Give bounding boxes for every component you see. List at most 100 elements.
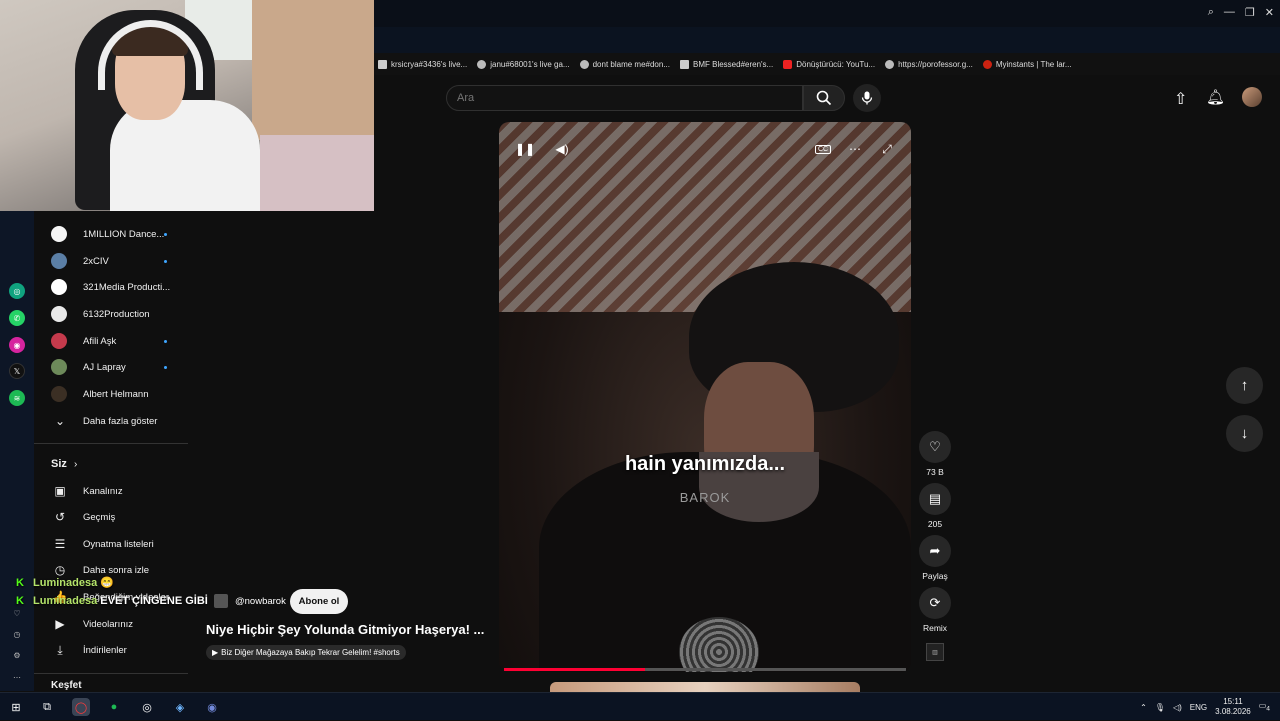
bookmark[interactable]: dont blame me#don... xyxy=(579,59,670,69)
show-more-button[interactable]: ⌄ Daha fazla göster xyxy=(34,408,194,434)
channel-avatar[interactable] xyxy=(214,594,228,608)
next-video-preview[interactable] xyxy=(550,682,860,692)
window-controls: ⌕ — ❐ ✕ xyxy=(1208,6,1274,19)
share-button[interactable]: ➦ xyxy=(919,535,951,567)
clock[interactable]: 15:11 3.08.2026 xyxy=(1215,697,1251,717)
subscription-item[interactable]: Afili Aşk xyxy=(34,328,194,354)
channel-avatar xyxy=(51,306,67,322)
play-icon: ▶ xyxy=(212,648,219,657)
search-icon[interactable]: ⌕ xyxy=(1208,6,1214,19)
more-options-button[interactable]: ⋯ xyxy=(841,135,869,163)
minimize-icon[interactable]: — xyxy=(1224,6,1235,19)
x-icon[interactable]: 𝕏 xyxy=(9,363,25,379)
upload-icon[interactable]: ⇧ xyxy=(1174,89,1187,109)
you-section-header[interactable]: Siz › xyxy=(34,451,194,477)
volume-button[interactable]: ◀) xyxy=(548,135,576,163)
browser-title-bar: ⌕ — ❐ ✕ xyxy=(374,0,1280,27)
search-input[interactable] xyxy=(447,86,802,110)
youtube-sidebar: 1MILLION Dance... 2xCIV 321Media Product… xyxy=(34,211,194,691)
instagram-icon[interactable]: ◉ xyxy=(9,337,25,353)
sidebar-item-channel[interactable]: ▣ Kanalınız xyxy=(34,478,194,504)
search-button[interactable] xyxy=(803,85,845,111)
comments-button[interactable]: ▤ xyxy=(919,483,951,515)
webcam-background-bed xyxy=(260,135,374,211)
myinstants-icon xyxy=(982,59,992,69)
history-icon: ↺ xyxy=(54,510,66,524)
subscription-item[interactable]: 321Media Producti... xyxy=(34,274,194,300)
page-icon xyxy=(378,59,387,69)
bookmark[interactable]: janu#68001's live ga... xyxy=(477,59,570,69)
more-icon: ⋯ xyxy=(849,142,861,156)
chrome-icon[interactable]: ◎ xyxy=(138,698,156,716)
chatgpt-icon[interactable]: ◎ xyxy=(9,283,25,299)
subscription-item[interactable]: 2xCIV xyxy=(34,248,194,274)
like-count: 73 B xyxy=(926,467,944,477)
history-icon[interactable]: ◷ xyxy=(9,626,25,642)
chat-message: K Luminadesa EVET ÇİNGENE GİBİ xyxy=(16,595,208,607)
remix-button[interactable]: ⟳ xyxy=(919,587,951,619)
channel-avatar xyxy=(51,226,67,242)
bookmark[interactable]: BMF Blessed#eren's... xyxy=(680,59,773,69)
shorts-video-player[interactable]: ❚❚ ◀) CC ⋯ ⤢ hain yanımızda... BAROK xyxy=(499,122,911,672)
microphone-icon[interactable]: 🎙︎ xyxy=(1155,703,1165,712)
sidebar-item-history[interactable]: ↺ Geçmiş xyxy=(34,504,194,530)
fullscreen-button[interactable]: ⤢ xyxy=(873,135,901,163)
subscription-item[interactable]: 6132Production xyxy=(34,301,194,327)
voice-search-button[interactable] xyxy=(853,84,881,112)
comment-icon: ▤ xyxy=(928,491,942,506)
bookmark[interactable]: Dönüştürücü: YouTu... xyxy=(783,59,875,69)
language-indicator[interactable]: ENG xyxy=(1190,703,1207,712)
pause-button[interactable]: ❚❚ xyxy=(511,135,539,163)
whatsapp-icon[interactable]: ✆ xyxy=(9,310,25,326)
subscription-item[interactable]: AJ Lapray xyxy=(34,354,194,380)
captions-button[interactable]: CC xyxy=(809,135,837,163)
audio-thumbnail[interactable]: ▥ xyxy=(926,643,944,661)
more-icon[interactable]: ⋯ xyxy=(9,669,25,685)
sidebar-item-playlists[interactable]: ☰ Oynatma listeleri xyxy=(34,531,194,557)
sidebar-divider xyxy=(34,443,188,444)
sidebar-item-downloads[interactable]: ⤓ İndirilenler xyxy=(34,637,194,663)
chevron-up-icon[interactable]: ⌃ xyxy=(1140,703,1147,712)
subscription-item[interactable]: Albert Helmann xyxy=(34,381,194,407)
spotify-icon[interactable]: ● xyxy=(105,698,123,716)
bookmark[interactable]: krsicrya#3436's live... xyxy=(378,59,467,69)
subscription-item[interactable]: 1MILLION Dance... xyxy=(34,221,194,247)
windows-start-icon[interactable]: ⊞ xyxy=(7,698,25,716)
discord-icon[interactable]: ◉ xyxy=(203,698,221,716)
like-button[interactable]: ♡ xyxy=(919,431,951,463)
share-label: Paylaş xyxy=(922,571,948,581)
notifications-bell-icon[interactable]: 🔔︎ xyxy=(1206,88,1225,106)
account-avatar[interactable] xyxy=(1242,87,1262,107)
video-title[interactable]: Niye Hiçbir Şey Yolunda Gitmiyor Haşerya… xyxy=(206,622,484,637)
webcam-background-curtain xyxy=(252,0,374,140)
notifications-icon[interactable]: ▭4 xyxy=(1259,701,1270,713)
previous-short-button[interactable]: ↑ xyxy=(1226,367,1263,404)
youtube-icon xyxy=(783,59,793,69)
channel-avatar xyxy=(51,253,67,269)
subscribe-button[interactable]: Abone ol xyxy=(290,589,348,614)
spotify-icon[interactable]: ≋ xyxy=(9,390,25,406)
bookmark[interactable]: Myinstants | The lar... xyxy=(982,59,1072,69)
downloads-icon: ⤓ xyxy=(57,642,63,657)
cc-icon: CC xyxy=(814,144,832,154)
bookmark[interactable]: https://porofessor.g... xyxy=(885,59,973,69)
app-icon[interactable]: ◈ xyxy=(171,698,189,716)
chat-message: K Luminadesa 😁 xyxy=(16,577,114,589)
related-video-link[interactable]: ▶ Biz Diğer Mağazaya Bakıp Tekrar Geleli… xyxy=(206,645,406,660)
restore-icon[interactable]: ❐ xyxy=(1245,6,1255,19)
next-short-button[interactable]: ↓ xyxy=(1226,415,1263,452)
arrow-up-icon: ↑ xyxy=(1240,377,1249,394)
watch-later-icon: ◷ xyxy=(54,563,66,577)
live-indicator xyxy=(164,339,167,343)
close-icon[interactable]: ✕ xyxy=(1265,6,1274,19)
sidebar-divider xyxy=(34,673,188,674)
volume-icon[interactable]: ◁) xyxy=(1173,703,1182,712)
arrow-down-icon: ↓ xyxy=(1240,425,1249,442)
heart-icon[interactable]: ♡ xyxy=(9,605,25,621)
channel-handle[interactable]: @nowbarok xyxy=(235,596,286,607)
task-view-icon[interactable]: ⧉ xyxy=(38,698,56,716)
opera-gx-icon[interactable]: ◯ xyxy=(72,698,90,716)
sidebar-item-your-videos[interactable]: ▶ Videolarınız xyxy=(34,611,194,637)
settings-icon[interactable]: ⚙ xyxy=(9,647,25,663)
webcam-overlay xyxy=(0,0,374,211)
